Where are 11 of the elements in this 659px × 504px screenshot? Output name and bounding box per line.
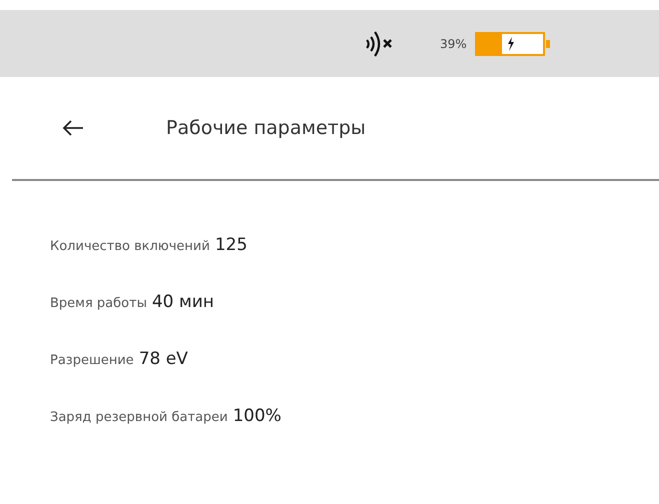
- parameter-value: 100%: [232, 406, 282, 426]
- parameter-value: 40 мин: [152, 292, 214, 312]
- page-title: Рабочие параметры: [166, 117, 366, 139]
- parameter-label: Заряд резервной батареи: [50, 410, 228, 425]
- parameter-label: Количество включений: [50, 239, 210, 254]
- parameter-label: Разрешение: [50, 353, 134, 368]
- battery-percentage: 39%: [440, 36, 467, 50]
- back-arrow-icon[interactable]: [62, 120, 84, 136]
- parameter-value: 78 eV: [138, 349, 188, 369]
- parameter-label: Время работы: [50, 296, 147, 311]
- parameter-value: 125: [214, 235, 248, 255]
